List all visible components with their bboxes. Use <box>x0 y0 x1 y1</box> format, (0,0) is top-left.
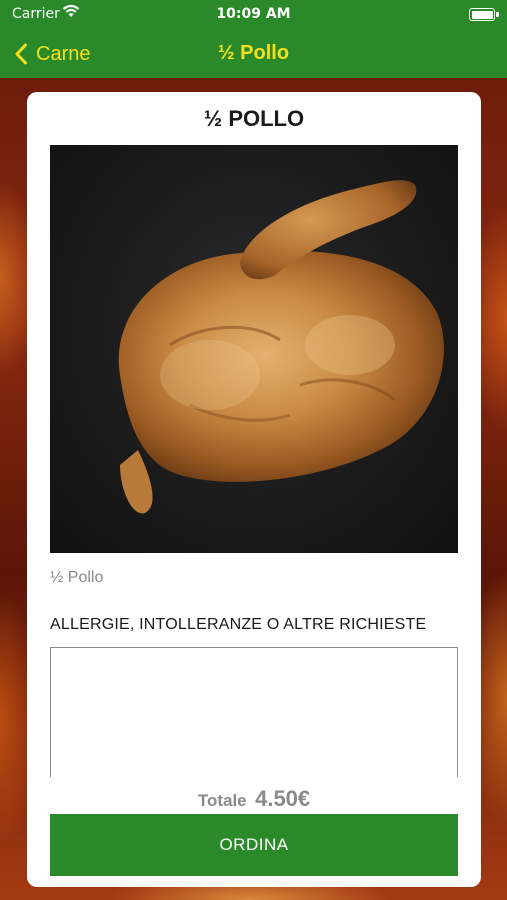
allergy-notes-input[interactable] <box>50 647 458 777</box>
product-image <box>50 145 458 553</box>
total-price: 4.50€ <box>255 786 311 811</box>
product-card: ½ POLLO ½ Pollo ALLERGIE, INTOLLERANZE O… <box>27 92 481 887</box>
order-button[interactable]: ORDINA <box>50 814 458 876</box>
clock: 10:09 AM <box>216 6 291 22</box>
nav-title: ½ Pollo <box>217 42 290 64</box>
battery-tip <box>496 12 499 17</box>
status-bar: Carrier 10:09 AM <box>0 0 507 30</box>
navigation-bar: Carne ½ Pollo <box>0 30 507 78</box>
product-description: ½ Pollo <box>50 569 104 586</box>
allergy-label: ALLERGIE, INTOLLERANZE O ALTRE RICHIESTE <box>50 616 427 633</box>
total-row: Totale 4.50€ <box>27 786 481 812</box>
product-title: ½ POLLO <box>203 106 305 131</box>
battery-icon <box>469 8 495 21</box>
roast-chicken-icon <box>118 180 444 514</box>
total-label: Totale <box>197 791 247 810</box>
